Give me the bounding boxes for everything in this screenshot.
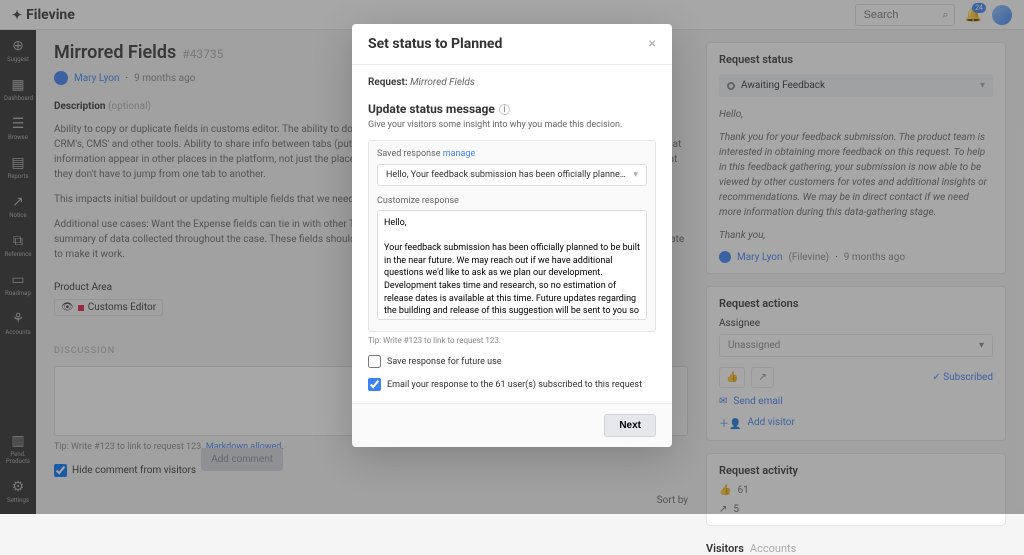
modal-tip: Tip: Write #123 to link to request 123.: [368, 336, 656, 345]
update-status-sub: Give your visitors some insight into why…: [368, 120, 656, 130]
visitors-tabs[interactable]: VisitorsAccounts: [706, 542, 1006, 555]
status-modal: Set status to Planned × Request: Mirrore…: [352, 24, 672, 447]
email-users-checkbox[interactable]: [368, 378, 381, 391]
save-future-checkbox[interactable]: [368, 355, 381, 368]
modal-request-line: Request: Mirrored Fields: [368, 77, 656, 88]
save-future-label: Save response for future use: [387, 357, 502, 367]
update-status-heading: Update status message i: [368, 102, 656, 116]
info-icon[interactable]: i: [499, 104, 510, 115]
modal-title: Set status to Planned: [368, 36, 502, 52]
response-box: Saved response manage Hello, Your feedba…: [368, 140, 656, 332]
customize-textarea[interactable]: [377, 210, 647, 320]
chevron-down-icon: ▾: [633, 170, 638, 180]
saved-response-select[interactable]: Hello, Your feedback submission has been…: [377, 164, 647, 186]
email-users-label: Email your response to the 61 user(s) su…: [387, 380, 642, 390]
customize-label: Customize response: [377, 196, 647, 206]
close-icon[interactable]: ×: [649, 36, 656, 52]
next-button[interactable]: Next: [604, 414, 656, 437]
manage-link[interactable]: manage: [443, 149, 475, 159]
saved-response-label: Saved response manage: [377, 149, 647, 159]
